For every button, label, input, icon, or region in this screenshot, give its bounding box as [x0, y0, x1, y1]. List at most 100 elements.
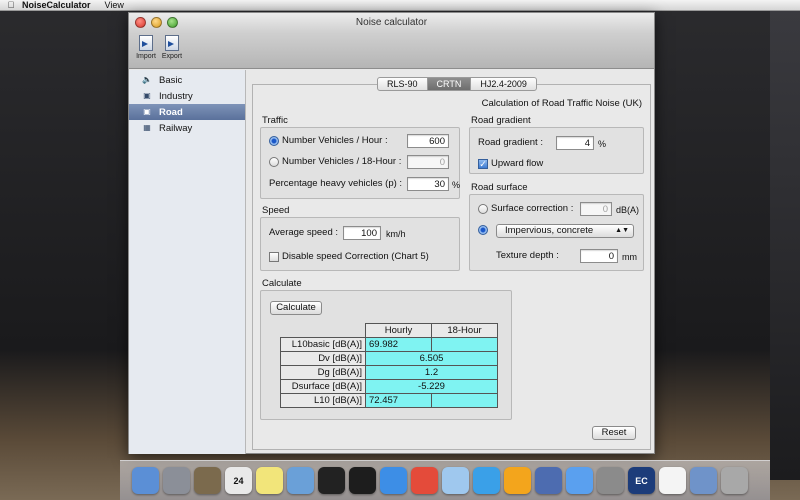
stickies-icon[interactable] [256, 467, 283, 494]
system-info-icon[interactable] [194, 467, 221, 494]
row-label: Dv [dB(A)] [280, 351, 366, 366]
export-button[interactable]: Export [159, 33, 185, 68]
minimize-window-button[interactable] [151, 17, 162, 28]
itunes-icon[interactable] [473, 467, 500, 494]
texture-depth-input[interactable]: 0 [580, 249, 618, 263]
results-header-row: Hourly 18-Hour [281, 323, 498, 338]
sidebar-item-basic[interactable]: 🔈 Basic [129, 72, 245, 88]
menu-app-name[interactable]: NoiseCalculator [22, 0, 91, 10]
calculate-button[interactable]: Calculate [270, 301, 322, 315]
vehicles-18hour-option[interactable]: Number Vehicles / 18-Hour : [269, 156, 401, 167]
calendar-icon[interactable]: 24 [225, 467, 252, 494]
menubar:  NoiseCalculator View [0, 0, 800, 11]
photos-icon[interactable] [287, 467, 314, 494]
speed-group: Average speed : 100 km/h Disable speed C… [260, 217, 460, 271]
vehicles-18hour-input[interactable]: 0 [407, 155, 449, 169]
system-preferences-icon[interactable] [597, 467, 624, 494]
window-titlebar[interactable]: Noise calculator [129, 13, 654, 33]
table-row: Dsurface [dB(A)] -5.229 [280, 379, 498, 394]
sidebar-item-railway[interactable]: ▦ Railway [129, 120, 245, 136]
launchpad-icon[interactable] [163, 467, 190, 494]
surface-type-radio[interactable] [478, 225, 488, 235]
app-window: Noise calculator Import Export 🔈 Basic ▣… [128, 12, 655, 454]
surface-group-label: Road surface [471, 182, 528, 193]
vehicles-18hour-radio[interactable] [269, 156, 279, 167]
l10basic-hourly-value: 69.982 [365, 337, 432, 352]
table-row: Dv [dB(A)] 6.505 [280, 351, 498, 366]
chrome-icon[interactable] [411, 467, 438, 494]
app-store-icon[interactable] [566, 467, 593, 494]
sidebar-item-label: Basic [159, 74, 183, 86]
tab-crtn[interactable]: CRTN [427, 78, 472, 90]
hourly-header: Hourly [365, 323, 432, 338]
zoom-window-button[interactable] [167, 17, 178, 28]
close-window-button[interactable] [135, 17, 146, 28]
export-icon [165, 35, 179, 51]
table-row: L10 [dB(A)] 72.457 [280, 393, 498, 408]
surface-type-select[interactable]: Impervious, concrete ▲▼ [496, 224, 634, 238]
menu-view[interactable]: View [105, 0, 124, 10]
surface-correction-input[interactable]: 0 [580, 202, 612, 216]
vehicles-hour-label: Number Vehicles / Hour : [282, 135, 388, 146]
crtn-panel: Calculation of Road Traffic Noise (UK) T… [252, 84, 651, 450]
row-label: Dg [dB(A)] [280, 365, 366, 380]
gradient-unit: % [598, 139, 607, 149]
standard-tabs: RLS-90 CRTN HJ2.4-2009 [377, 77, 537, 91]
sidebar-item-label: Road [159, 106, 183, 118]
panel-title: Calculation of Road Traffic Noise (UK) [481, 98, 642, 109]
desktop-edge [770, 10, 800, 480]
kugou-icon[interactable] [504, 467, 531, 494]
vehicles-hour-input[interactable]: 600 [407, 134, 449, 148]
disable-speed-correction-checkbox[interactable] [269, 251, 279, 262]
tab-rls-90[interactable]: RLS-90 [378, 78, 428, 90]
safari-icon[interactable] [380, 467, 407, 494]
sidebar-item-industry[interactable]: ▣ Industry [129, 88, 245, 104]
import-button[interactable]: Import [133, 33, 159, 68]
qq-icon[interactable] [349, 467, 376, 494]
heavy-vehicles-input[interactable]: 30 [407, 177, 449, 191]
apple-menu-icon[interactable]:  [0, 0, 22, 10]
gradient-group: Road gradient : 4 % ✓ Upward flow [469, 127, 644, 174]
downloads-icon[interactable] [690, 467, 717, 494]
vehicles-hour-option[interactable]: Number Vehicles / Hour : [269, 135, 388, 146]
dsurface-value: -5.229 [365, 379, 498, 394]
row-label: L10 [dB(A)] [280, 393, 366, 408]
preview-icon[interactable] [442, 467, 469, 494]
18hour-header: 18-Hour [431, 323, 498, 338]
average-speed-input[interactable]: 100 [343, 226, 381, 240]
instruments-icon[interactable] [535, 467, 562, 494]
train-icon: ▦ [143, 123, 151, 132]
surface-type-option[interactable] [478, 225, 491, 235]
l10basic-18hour-value [431, 337, 498, 352]
surface-correction-radio[interactable] [478, 203, 488, 214]
window-title: Noise calculator [355, 17, 428, 28]
upward-flow-option[interactable]: ✓ Upward flow [478, 158, 543, 169]
terminal-icon[interactable] [318, 467, 345, 494]
row-label: L10basic [dB(A)] [280, 337, 366, 352]
tab-hj2-4-2009[interactable]: HJ2.4-2009 [471, 78, 536, 90]
sidebar-item-road[interactable]: ▣ Road [129, 104, 245, 120]
export-label: Export [161, 53, 183, 60]
ec-icon[interactable]: EC [628, 467, 655, 494]
surface-correction-option[interactable]: Surface correction : [478, 203, 573, 214]
trash-icon[interactable] [721, 467, 748, 494]
upward-flow-checkbox[interactable]: ✓ [478, 158, 488, 169]
factory-icon: ▣ [143, 91, 151, 100]
upward-flow-label: Upward flow [491, 158, 544, 169]
finder-icon[interactable] [132, 467, 159, 494]
reset-button[interactable]: Reset [592, 426, 636, 440]
table-row: L10basic [dB(A)] 69.982 [280, 337, 498, 352]
document-icon[interactable] [659, 467, 686, 494]
heavy-vehicles-unit: % [452, 180, 461, 190]
import-label: Import [136, 53, 156, 60]
disable-speed-correction-option[interactable]: Disable speed Correction (Chart 5) [269, 251, 429, 262]
average-speed-row: Average speed : [269, 227, 338, 238]
vehicles-hour-radio[interactable] [269, 135, 279, 146]
sidebar: 🔈 Basic ▣ Industry ▣ Road ▦ Railway [129, 70, 246, 454]
surface-group: Surface correction : 0 dB(A) Impervious,… [469, 194, 644, 271]
disable-speed-correction-label: Disable speed Correction (Chart 5) [282, 251, 429, 262]
results-table: Hourly 18-Hour L10basic [dB(A)] 69.982 D… [280, 323, 498, 408]
traffic-group: Number Vehicles / Hour : 600 Number Vehi… [260, 127, 460, 199]
sidebar-item-label: Railway [159, 122, 193, 134]
gradient-input[interactable]: 4 [556, 136, 594, 150]
